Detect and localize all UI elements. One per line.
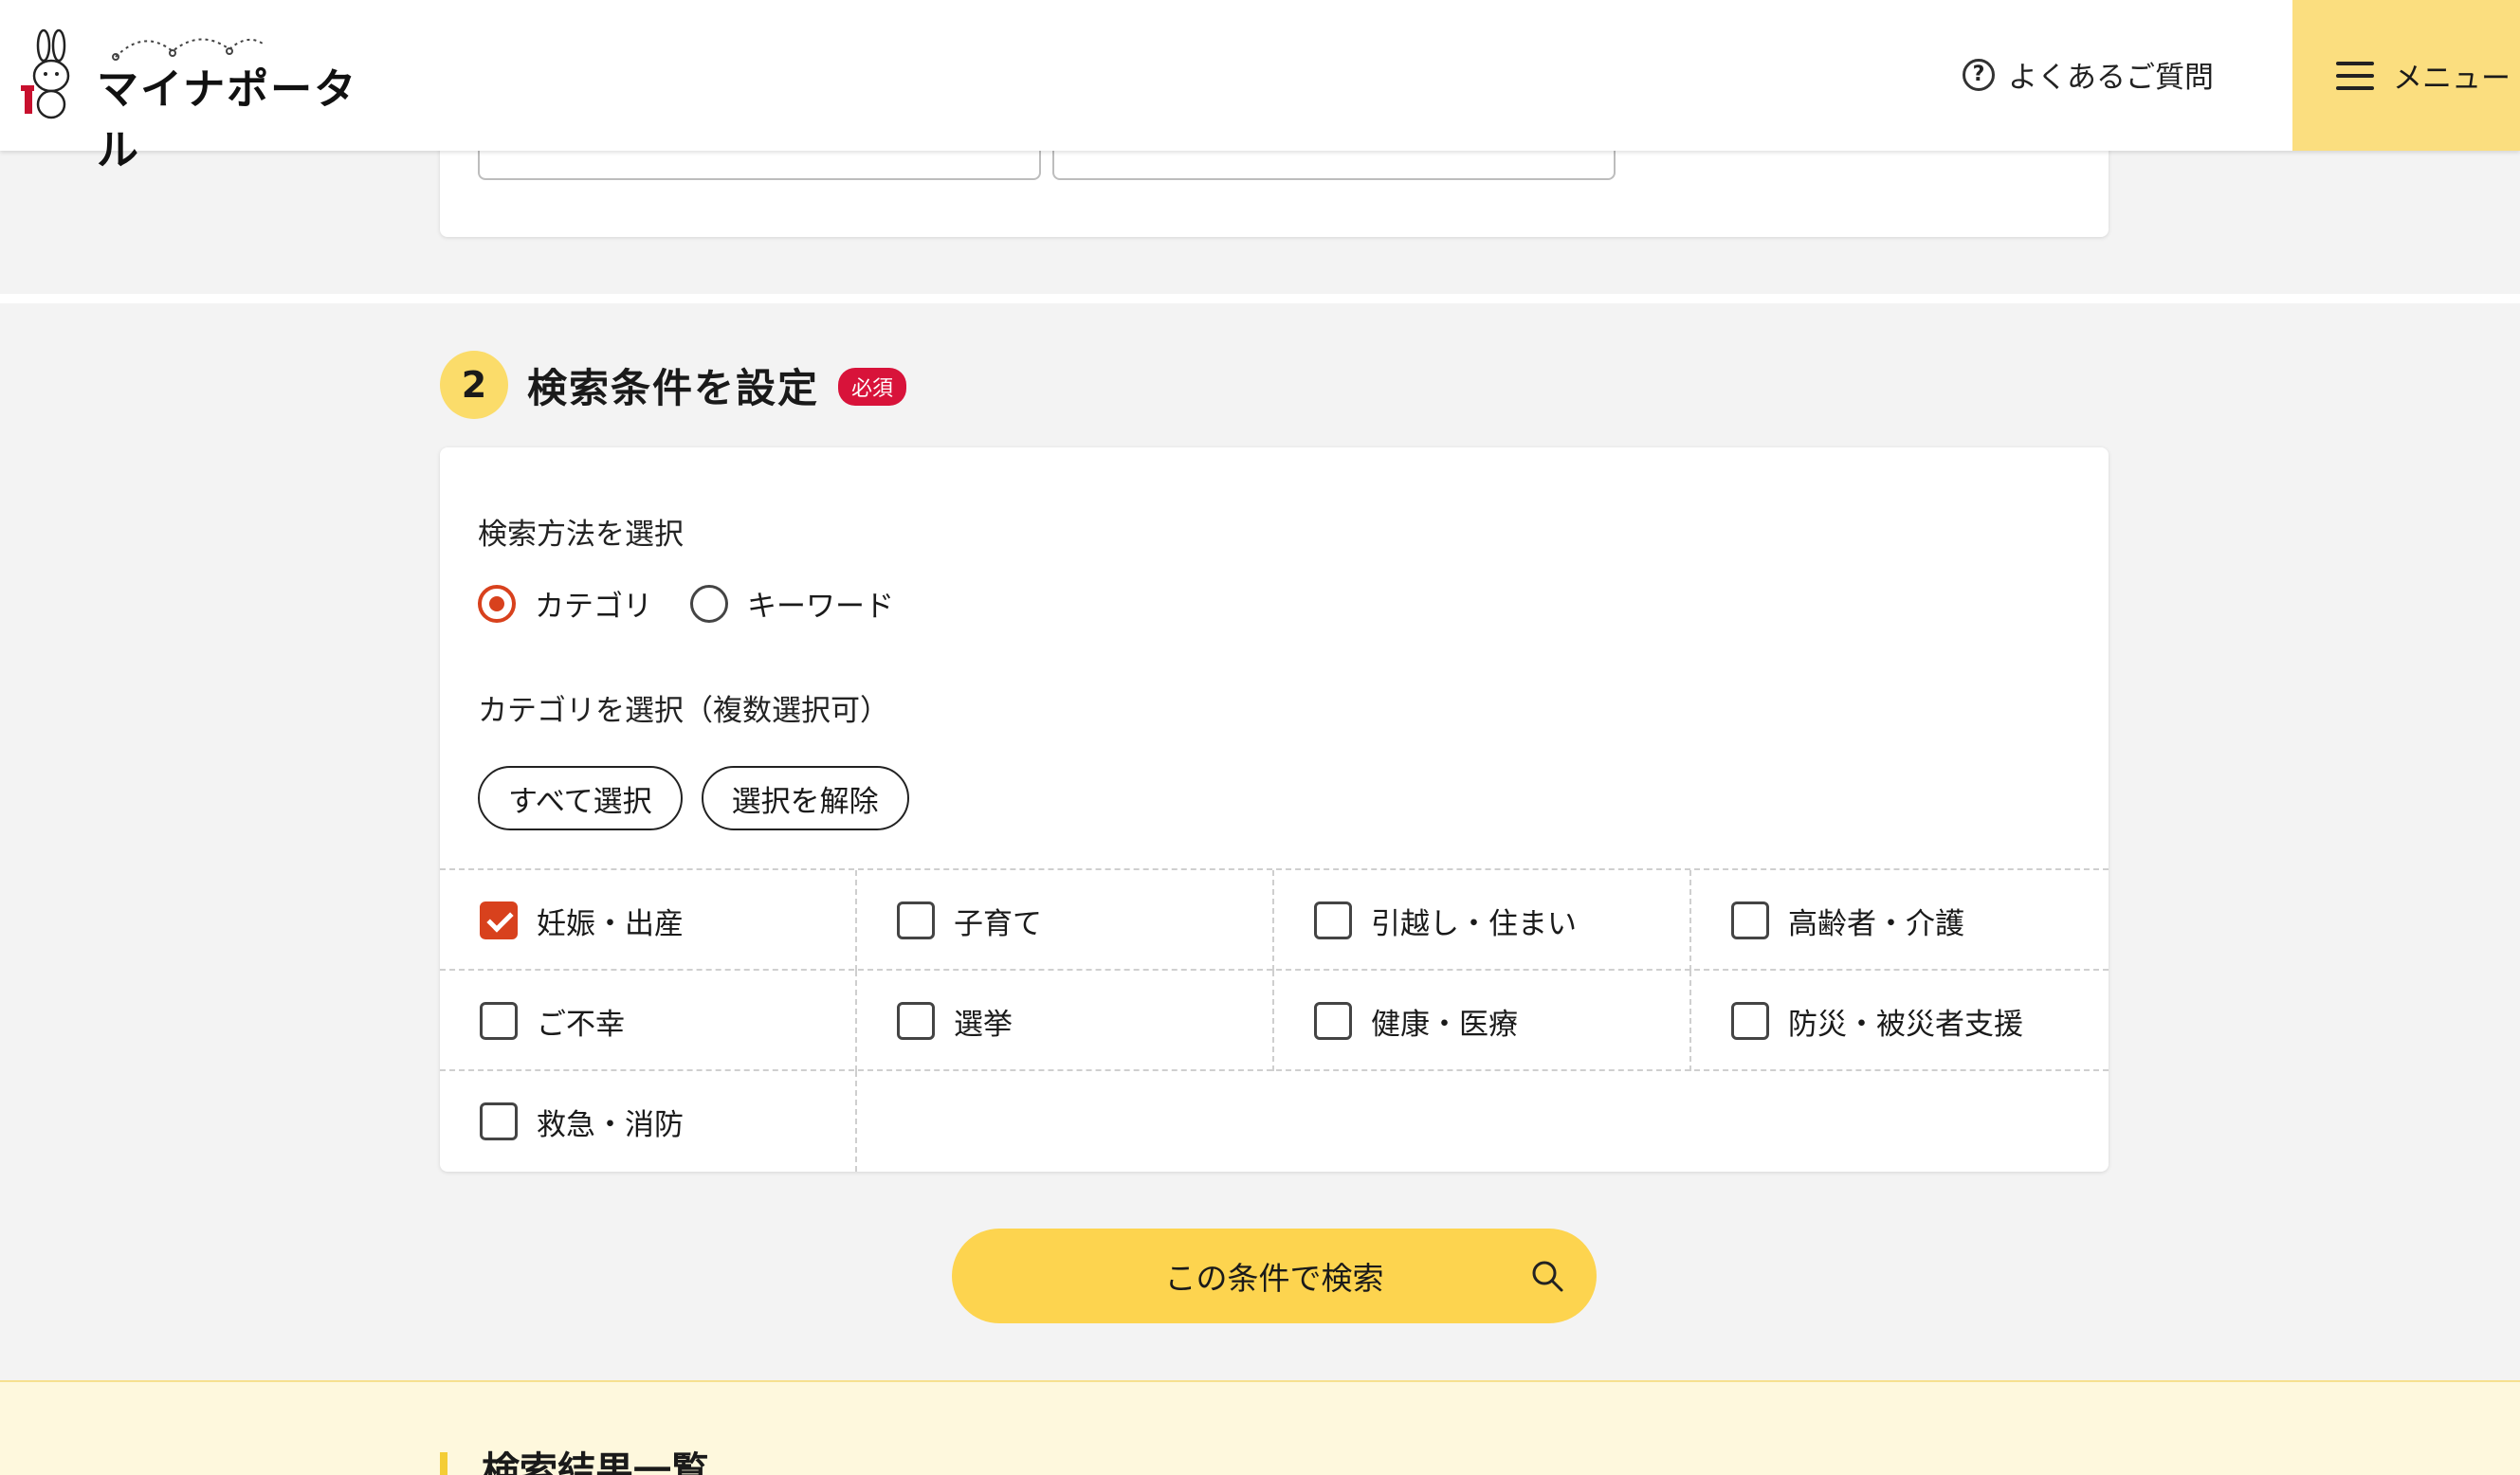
clear-selection-button[interactable]: 選択を解除 — [701, 766, 909, 830]
category-item-label: 子育て — [954, 906, 1042, 941]
search-button[interactable]: この条件で検索 — [952, 1229, 1597, 1323]
category-grid: 妊娠・出産 子育て 引越し・住まい 高齢者・介護 ご不幸 選挙 健康・医療 防災… — [440, 868, 2109, 1172]
category-item-label: 防災・被災者支援 — [1788, 1007, 2023, 1042]
required-badge: 必須 — [838, 368, 907, 406]
checkbox-icon — [480, 1002, 518, 1040]
category-disaster-support[interactable]: 防災・被災者支援 — [1691, 971, 2109, 1071]
section-divider — [0, 294, 2520, 303]
category-actions: すべて選択 選択を解除 — [478, 766, 928, 830]
category-item-label: 妊娠・出産 — [537, 906, 684, 941]
step-number: 2 — [440, 351, 508, 419]
radio-keyword[interactable]: キーワード — [690, 582, 894, 625]
category-election[interactable]: 選挙 — [857, 971, 1274, 1071]
category-emergency-fire[interactable]: 救急・消防 — [440, 1071, 857, 1172]
question-icon: ? — [1963, 58, 1995, 91]
category-moving-housing[interactable]: 引越し・住まい — [1274, 870, 1691, 971]
empty-cell — [857, 1071, 2109, 1172]
checkbox-icon — [897, 1002, 935, 1040]
category-item-label: 救急・消防 — [537, 1107, 684, 1142]
checkbox-icon — [897, 901, 935, 939]
checkbox-icon — [1314, 901, 1352, 939]
logo-text: マイナポータル — [97, 65, 358, 174]
category-item-label: 選挙 — [954, 1007, 1013, 1042]
menu-button[interactable]: メニュー — [2292, 0, 2520, 151]
search-method-radio-group: カテゴリ キーワード — [478, 582, 932, 625]
select-all-button[interactable]: すべて選択 — [478, 766, 683, 830]
radio-label: カテゴリ — [535, 590, 652, 624]
category-row: ご不幸 選挙 健康・医療 防災・被災者支援 — [440, 971, 2109, 1071]
search-icon — [1532, 1261, 1563, 1292]
search-conditions-card: 検索方法を選択 カテゴリ キーワード カテゴリを選択（複数選択可） すべて選択 … — [440, 447, 2109, 1172]
category-pregnancy-birth[interactable]: 妊娠・出産 — [440, 870, 857, 971]
category-elderly-care[interactable]: 高齢者・介護 — [1691, 870, 2109, 971]
category-row: 妊娠・出産 子育て 引越し・住まい 高齢者・介護 — [440, 870, 2109, 971]
checkbox-checked-icon — [480, 901, 518, 939]
results-title: 検索結果一覧 — [440, 1452, 709, 1475]
category-row: 救急・消防 — [440, 1071, 2109, 1172]
category-item-label: 健康・医療 — [1371, 1007, 1518, 1042]
radio-unselected-icon — [690, 584, 728, 623]
category-childcare[interactable]: 子育て — [857, 870, 1274, 971]
mascot-icon — [21, 28, 70, 119]
checkbox-icon — [1731, 901, 1769, 939]
category-label: カテゴリを選択（複数選択可） — [478, 694, 889, 728]
site-header: マイナポータル ? よくあるご質問 メニュー — [0, 0, 2520, 174]
faq-link[interactable]: ? よくあるご質問 — [1963, 53, 2214, 96]
results-section — [0, 1380, 2520, 1475]
hamburger-icon — [2336, 61, 2374, 90]
menu-label: メニュー — [2393, 62, 2511, 96]
category-bereavement[interactable]: ご不幸 — [440, 971, 857, 1071]
category-item-label: ご不幸 — [537, 1007, 625, 1042]
section-title: 検索条件を設定 — [527, 365, 820, 411]
radio-category[interactable]: カテゴリ — [478, 582, 652, 625]
category-health-medical[interactable]: 健康・医療 — [1274, 971, 1691, 1071]
search-button-label: この条件で検索 — [1164, 1260, 1384, 1297]
logo[interactable]: マイナポータル — [21, 28, 381, 174]
checkbox-icon — [1314, 1002, 1352, 1040]
faq-label: よくあるご質問 — [2008, 61, 2214, 95]
checkbox-icon — [1731, 1002, 1769, 1040]
radio-label: キーワード — [747, 590, 894, 624]
search-method-label: 検索方法を選択 — [478, 518, 684, 552]
category-item-label: 高齢者・介護 — [1788, 906, 1964, 941]
checkbox-icon — [480, 1102, 518, 1140]
radio-selected-icon — [478, 584, 516, 623]
category-item-label: 引越し・住まい — [1371, 906, 1577, 941]
